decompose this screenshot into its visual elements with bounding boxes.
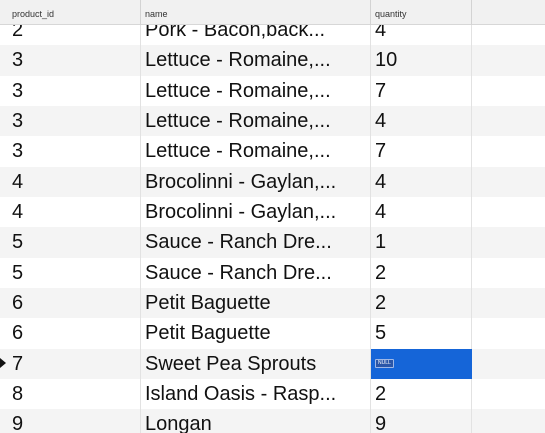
cell-product-id[interactable]: 7: [8, 348, 141, 380]
table-row[interactable]: 5 Sauce - Ranch Dre... 2: [0, 257, 545, 289]
table-row[interactable]: 3 Lettuce - Romaine,... 7: [0, 75, 545, 107]
result-grid: product_id name quantity 2 Pork - Bacon,b…: [0, 0, 545, 433]
table-row[interactable]: 8 Island Oasis - Rasp... 2: [0, 379, 545, 410]
current-row-marker-icon: [0, 357, 6, 368]
cell-product-id[interactable]: 9: [8, 409, 141, 433]
cell-quantity[interactable]: 2: [371, 379, 472, 410]
cell-product-id[interactable]: 5: [8, 257, 141, 289]
cell-name[interactable]: Petit Baguette: [141, 288, 371, 319]
table-row[interactable]: 4 Brocolinni - Gaylan,... 4: [0, 166, 545, 198]
cell-product-id[interactable]: 4: [8, 166, 141, 198]
cell-quantity[interactable]: 2: [371, 288, 472, 319]
table-row[interactable]: 4 Brocolinni - Gaylan,... 4: [0, 197, 545, 228]
column-header-row: product_id name quantity: [0, 0, 545, 25]
column-header-name[interactable]: name: [141, 0, 371, 25]
cell-quantity[interactable]: 5: [371, 318, 472, 349]
cell-product-id[interactable]: 4: [8, 197, 141, 228]
cell-product-id[interactable]: 5: [8, 227, 141, 258]
cell-product-id[interactable]: 3: [8, 45, 141, 76]
cell-quantity[interactable]: 9: [371, 409, 472, 433]
table-row[interactable]: 6 Petit Baguette 5: [0, 318, 545, 349]
table-row[interactable]: 5 Sauce - Ranch Dre... 1: [0, 227, 545, 258]
cell-product-id[interactable]: 6: [8, 318, 141, 349]
table-row[interactable]: 3 Lettuce - Romaine,... 7: [0, 136, 545, 167]
cell-quantity[interactable]: 1: [371, 227, 472, 258]
cell-product-id[interactable]: 3: [8, 136, 141, 167]
cell-name[interactable]: Brocolinni - Gaylan,...: [141, 166, 371, 198]
cell-name[interactable]: Lettuce - Romaine,...: [141, 75, 371, 107]
cell-quantity[interactable]: 7: [371, 136, 472, 167]
table-body: 2 Pork - Bacon,back... 4 3 Lettuce - Romaine…: [0, 15, 545, 433]
table-row[interactable]: 3 Lettuce - Romaine,... 10: [0, 45, 545, 76]
cell-quantity[interactable]: 4: [371, 166, 472, 198]
cell-quantity[interactable]: 7: [371, 75, 472, 107]
cell-name[interactable]: Lettuce - Romaine,...: [141, 45, 371, 76]
cell-name[interactable]: Lettuce - Romaine,...: [141, 106, 371, 137]
table-row[interactable]: 7 Sweet Pea Sprouts NULL: [0, 348, 545, 380]
cell-name[interactable]: Lettuce - Romaine,...: [141, 136, 371, 167]
cell-quantity[interactable]: 2: [371, 257, 472, 289]
table-row[interactable]: 3 Lettuce - Romaine,... 4: [0, 106, 545, 137]
cell-quantity[interactable]: 4: [371, 106, 472, 137]
cell-product-id[interactable]: 3: [8, 106, 141, 137]
cell-name[interactable]: Petit Baguette: [141, 318, 371, 349]
cell-quantity[interactable]: 4: [371, 197, 472, 228]
cell-product-id[interactable]: 8: [8, 379, 141, 410]
cell-name[interactable]: Sauce - Ranch Dre...: [141, 227, 371, 258]
cell-name[interactable]: Sauce - Ranch Dre...: [141, 257, 371, 289]
cell-product-id[interactable]: 3: [8, 75, 141, 107]
table-row[interactable]: 6 Petit Baguette 2: [0, 288, 545, 319]
cell-quantity[interactable]: 10: [371, 45, 472, 76]
null-badge: NULL: [375, 358, 394, 368]
cell-name[interactable]: Brocolinni - Gaylan,...: [141, 197, 371, 228]
cell-quantity[interactable]: NULL: [371, 348, 472, 380]
table-row[interactable]: 9 Longan 9: [0, 409, 545, 433]
cell-name[interactable]: Longan: [141, 409, 371, 433]
column-header-product-id[interactable]: product_id: [8, 0, 141, 25]
cell-name[interactable]: Island Oasis - Rasp...: [141, 379, 371, 410]
column-header-quantity[interactable]: quantity: [371, 0, 472, 25]
cell-name[interactable]: Sweet Pea Sprouts: [141, 348, 371, 380]
cell-product-id[interactable]: 6: [8, 288, 141, 319]
